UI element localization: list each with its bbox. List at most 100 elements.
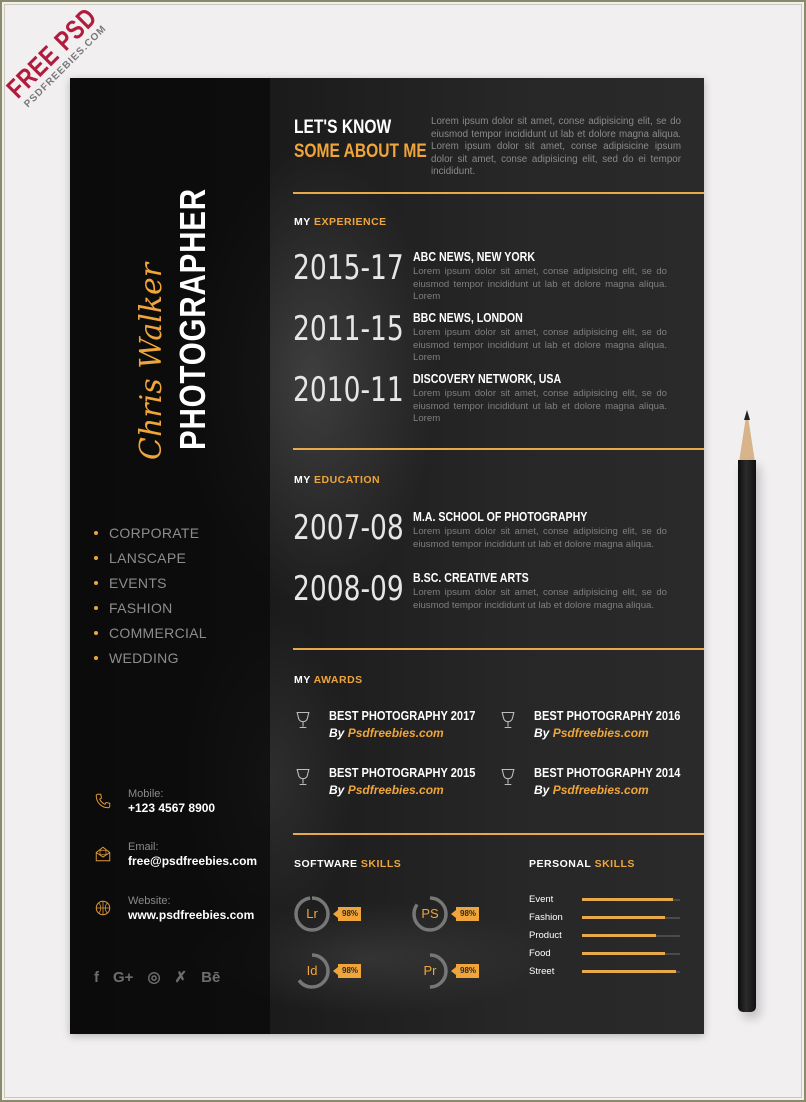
entry-desc: Lorem ipsum dolor sit amet, conse adipis… xyxy=(413,388,667,424)
pencil-body xyxy=(738,460,756,1012)
entry-title: B.SC. CREATIVE ARTS xyxy=(413,571,529,585)
skill-bar-track xyxy=(582,934,680,937)
skill-bar-fill xyxy=(582,952,666,955)
software-skill: Pr 98% xyxy=(410,951,480,991)
experience-entry: 2011-15 BBC NEWS, LONDON Lorem ipsum dol… xyxy=(293,309,693,363)
divider xyxy=(293,192,704,194)
trophy-icon xyxy=(501,768,515,786)
skill-label: Food xyxy=(529,948,551,959)
skill-label: Street xyxy=(529,966,555,977)
software-skills-heading: SOFTWARE SKILLS xyxy=(294,858,402,870)
skill-label: Event xyxy=(529,894,554,905)
main-column: LET'S KNOW SOME ABOUT ME Lorem ipsum dol… xyxy=(293,78,704,1034)
service-item: EVENTS xyxy=(94,570,207,595)
award-source: By Psdfreebies.com xyxy=(329,783,444,797)
bullet-icon xyxy=(94,530,98,535)
entry-title: BBC NEWS, LONDON xyxy=(413,311,523,325)
skill-abbr: PS xyxy=(421,906,439,921)
skill-bar-track xyxy=(582,898,680,901)
software-skill: Lr 98% xyxy=(292,894,362,934)
skill-bar-track xyxy=(582,970,680,973)
personal-skill: Food xyxy=(529,948,689,962)
award-item: BEST PHOTOGRAPHY 2015 By Psdfreebies.com xyxy=(293,765,493,805)
bullet-icon xyxy=(94,655,98,660)
award-item: BEST PHOTOGRAPHY 2014 By Psdfreebies.com xyxy=(498,765,698,805)
skill-percent-badge: 98% xyxy=(450,964,480,978)
skill-percent-badge: 98% xyxy=(332,964,362,978)
services-list: CORPORATE LANSCAPE EVENTS FASHION COMMER… xyxy=(94,520,207,670)
service-item: WEDDING xyxy=(94,645,207,670)
skill-bar-fill xyxy=(582,970,677,973)
behance-icon[interactable]: Bē xyxy=(201,969,220,986)
award-source: By Psdfreebies.com xyxy=(534,726,649,740)
entry-title: ABC NEWS, NEW YORK xyxy=(413,250,536,264)
google-plus-icon[interactable]: G+ xyxy=(113,969,133,986)
entry-years: 2015-17 xyxy=(293,248,404,288)
service-item: FASHION xyxy=(94,595,207,620)
entry-title: M.A. SCHOOL OF PHOTOGRAPHY xyxy=(413,510,588,524)
award-title: BEST PHOTOGRAPHY 2014 xyxy=(534,765,681,780)
service-item: COMMERCIAL xyxy=(94,620,207,645)
contact-value[interactable]: +123 4567 8900 xyxy=(128,801,215,815)
dribbble-icon[interactable]: ◎ xyxy=(147,968,160,986)
entry-desc: Lorem ipsum dolor sit amet, conse adipis… xyxy=(413,587,667,611)
personal-skill: Fashion xyxy=(529,912,689,926)
experience-heading: MY EXPERIENCE xyxy=(294,216,387,228)
entry-title: DISCOVERY NETWORK, USA xyxy=(413,372,562,386)
award-title: BEST PHOTOGRAPHY 2017 xyxy=(329,708,476,723)
trophy-icon xyxy=(296,711,310,729)
skill-abbr: Id xyxy=(306,963,318,978)
entry-desc: Lorem ipsum dolor sit amet, conse adipis… xyxy=(413,266,667,302)
education-entry: 2008-09 B.SC. CREATIVE ARTS Lorem ipsum … xyxy=(293,569,693,621)
phone-icon xyxy=(95,793,111,809)
xing-icon[interactable]: ✗ xyxy=(175,968,188,986)
pencil-lead xyxy=(744,410,750,420)
award-source: By Psdfreebies.com xyxy=(534,783,649,797)
skill-bar-fill xyxy=(582,916,666,919)
personal-skill: Event xyxy=(529,894,689,908)
award-source: By Psdfreebies.com xyxy=(329,726,444,740)
skill-bar-track xyxy=(582,916,680,919)
experience-entry: 2015-17 ABC NEWS, NEW YORK Lorem ipsum d… xyxy=(293,248,693,302)
contact-value[interactable]: www.psdfreebies.com xyxy=(128,908,254,922)
skill-label: Fashion xyxy=(529,912,563,923)
trophy-icon xyxy=(501,711,515,729)
skill-abbr: Lr xyxy=(306,906,318,921)
awards-heading: MY AWARDS xyxy=(294,674,363,686)
entry-desc: Lorem ipsum dolor sit amet, conse adipis… xyxy=(413,526,667,550)
divider xyxy=(293,448,704,450)
skill-bar-fill xyxy=(582,898,674,901)
award-item: BEST PHOTOGRAPHY 2016 By Psdfreebies.com xyxy=(498,708,698,748)
skill-percent-badge: 98% xyxy=(332,907,362,921)
entry-desc: Lorem ipsum dolor sit amet, conse adipis… xyxy=(413,327,667,363)
resume-page: PHOTOGRAPHER Chris Walker CORPORATE LANS… xyxy=(70,78,704,1034)
bullet-icon xyxy=(94,580,98,585)
software-skill: Id 98% xyxy=(292,951,362,991)
skill-label: Product xyxy=(529,930,562,941)
profile-role: PHOTOGRAPHER xyxy=(172,188,213,450)
trophy-icon xyxy=(296,768,310,786)
award-item: BEST PHOTOGRAPHY 2017 By Psdfreebies.com xyxy=(293,708,493,748)
education-heading: MY EDUCATION xyxy=(294,474,381,486)
bullet-icon xyxy=(94,605,98,610)
contact-value[interactable]: free@psdfreebies.com xyxy=(128,854,257,868)
about-text: Lorem ipsum dolor sit amet, conse adipis… xyxy=(431,116,681,177)
pencil-decoration xyxy=(735,410,759,1015)
bullet-icon xyxy=(94,555,98,560)
software-skill: PS 98% xyxy=(410,894,480,934)
vertical-title: PHOTOGRAPHER Chris Walker xyxy=(134,178,222,460)
contact-label: Email: xyxy=(128,841,159,853)
personal-skills-heading: PERSONAL SKILLS xyxy=(529,858,635,870)
bullet-icon xyxy=(94,630,98,635)
personal-skill: Product xyxy=(529,930,689,944)
award-title: BEST PHOTOGRAPHY 2015 xyxy=(329,765,476,780)
envelope-icon xyxy=(95,846,111,862)
social-links: f G+ ◎ ✗ Bē xyxy=(94,968,220,987)
award-title: BEST PHOTOGRAPHY 2016 xyxy=(534,708,681,723)
divider xyxy=(293,833,704,835)
divider xyxy=(293,648,704,650)
entry-years: 2010-11 xyxy=(293,370,404,410)
facebook-icon[interactable]: f xyxy=(94,969,99,986)
skill-bar-track xyxy=(582,952,680,955)
contact-label: Mobile: xyxy=(128,788,164,800)
